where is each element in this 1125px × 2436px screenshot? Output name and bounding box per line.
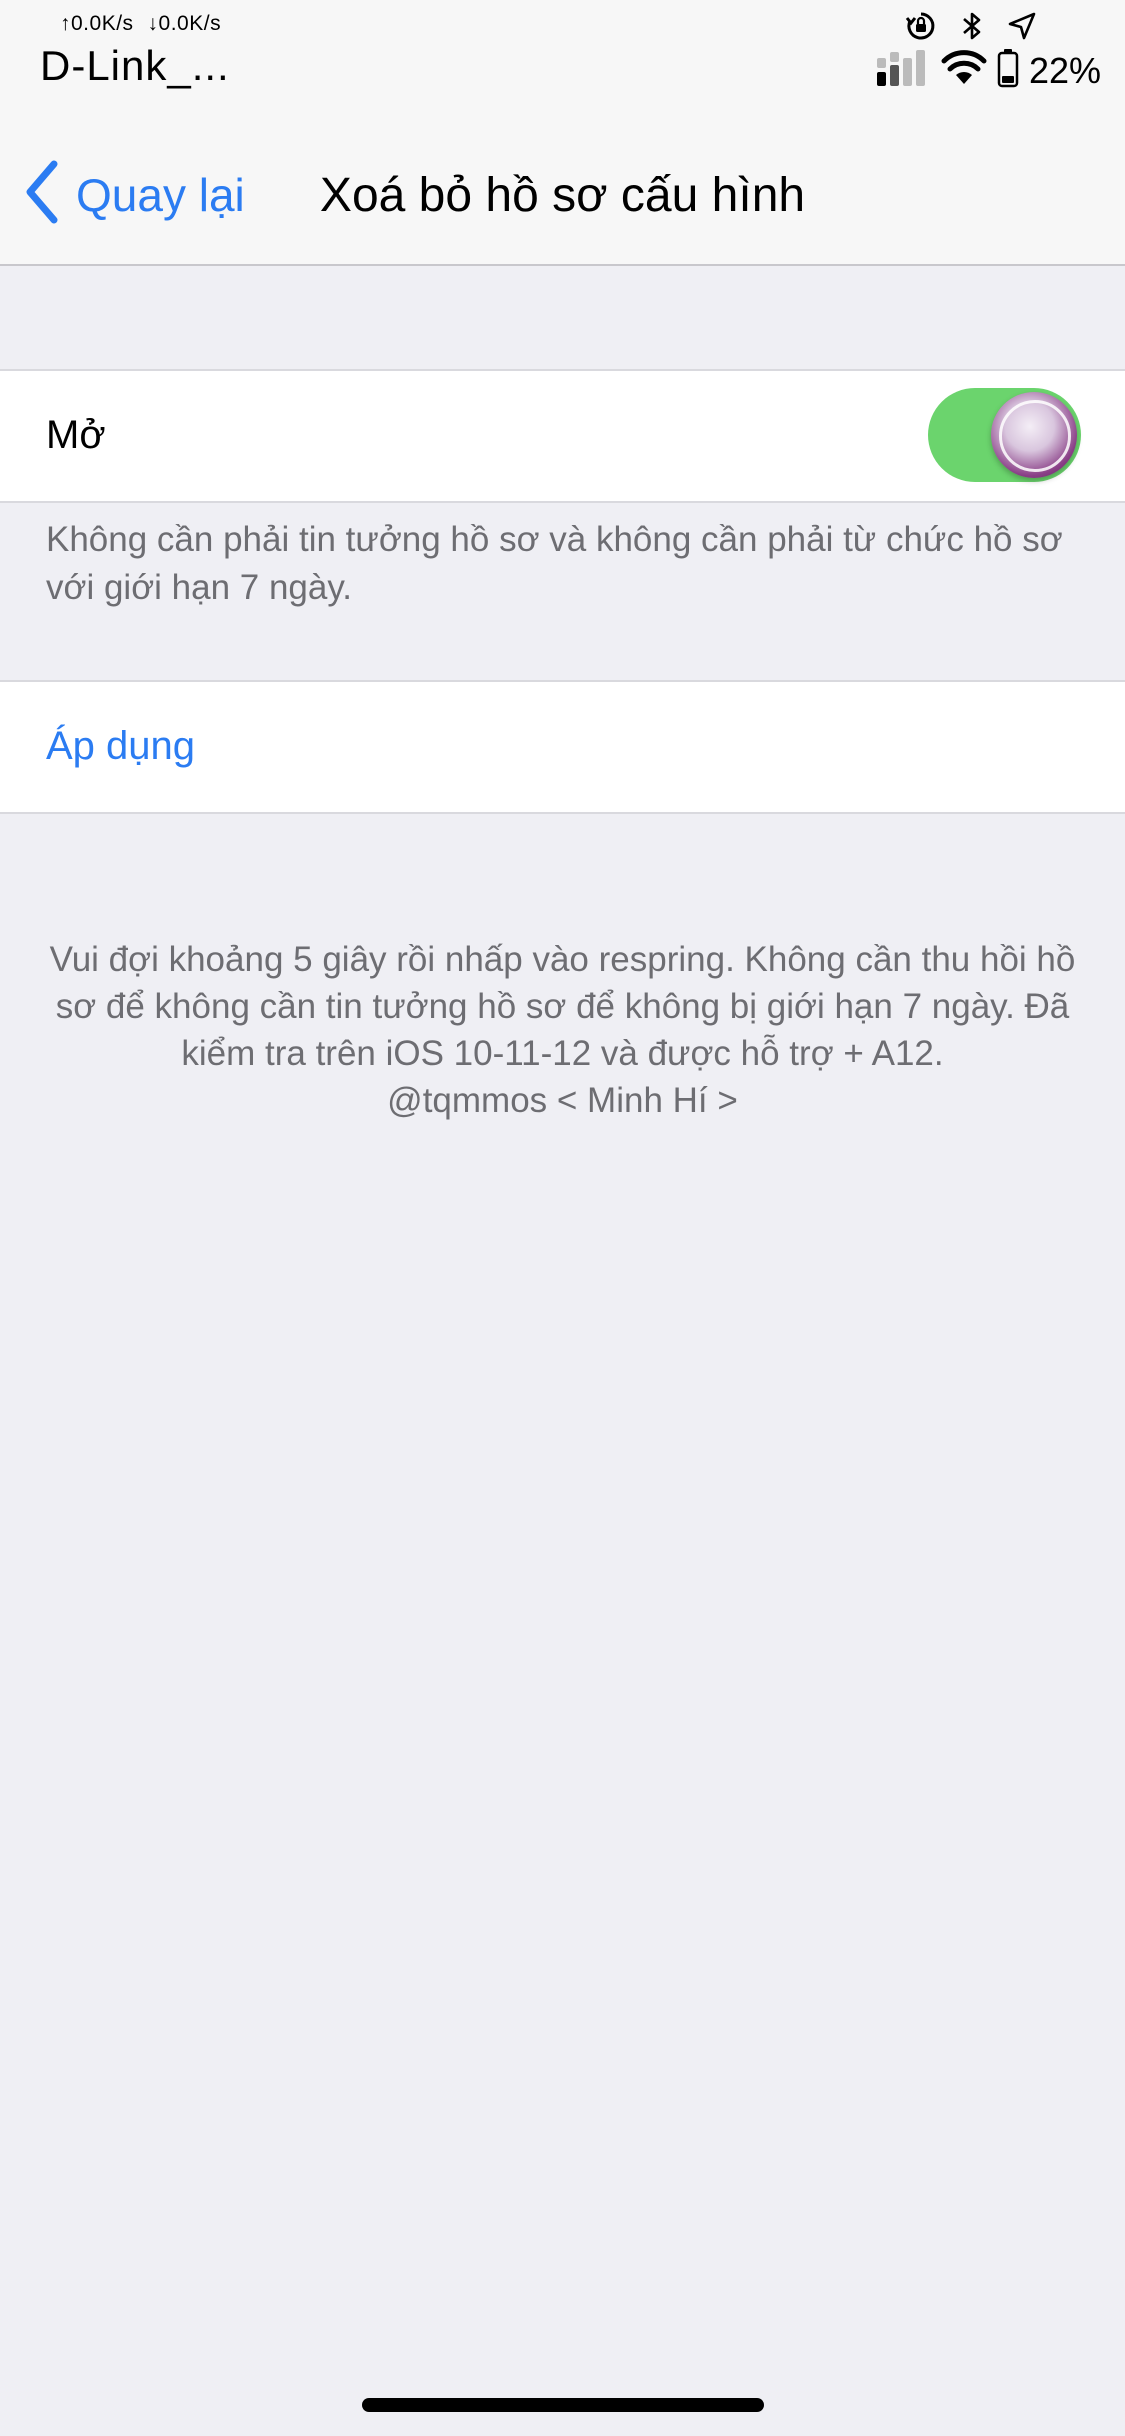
navigation-bar: Quay lại Xoá bỏ hồ sơ cấu hình: [0, 120, 1125, 266]
status-icons-top: [905, 10, 1037, 47]
open-footer-note: Không cần phải tin tưởng hồ sơ và không …: [46, 520, 1063, 607]
open-toggle-row: Mở: [0, 369, 1125, 503]
toggle-knob-ring: [999, 400, 1071, 472]
info-credit: @tqmmos < Minh Hí >: [387, 1081, 738, 1120]
orientation-lock-icon: [905, 10, 937, 47]
bluetooth-icon: [961, 10, 983, 47]
battery-icon: [997, 48, 1019, 93]
upload-speed: ↑0.0K/s: [60, 12, 134, 35]
location-arrow-icon: [1007, 11, 1037, 46]
battery-percent: 22%: [1028, 49, 1101, 91]
page-title: Xoá bỏ hồ sơ cấu hình: [0, 168, 1125, 223]
open-label: Mở: [46, 413, 106, 457]
cellular-signal-icon: [875, 48, 931, 93]
carrier-name: D-Link_...: [40, 42, 230, 89]
apply-button[interactable]: Áp dụng: [46, 724, 195, 769]
open-toggle-switch[interactable]: [928, 388, 1081, 482]
info-description: Vui đợi khoảng 5 giây rồi nhấp vào respr…: [49, 940, 1076, 1073]
wifi-icon: [941, 50, 987, 91]
status-icons-bottom: 22%: [875, 48, 1101, 93]
apply-row[interactable]: Áp dụng: [0, 680, 1125, 814]
network-speed: ↑0.0K/s ↓0.0K/s: [60, 12, 221, 36]
status-bar: ↑0.0K/s ↓0.0K/s D-Link_... 22%: [0, 0, 1125, 120]
home-indicator[interactable]: [362, 2398, 764, 2412]
download-speed: ↓0.0K/s: [147, 12, 222, 35]
page-title-text: Xoá bỏ hồ sơ cấu hình: [319, 169, 806, 222]
toggle-knob-avatar: [991, 392, 1077, 478]
info-text: Vui đợi khoảng 5 giây rồi nhấp vào respr…: [40, 936, 1085, 1124]
